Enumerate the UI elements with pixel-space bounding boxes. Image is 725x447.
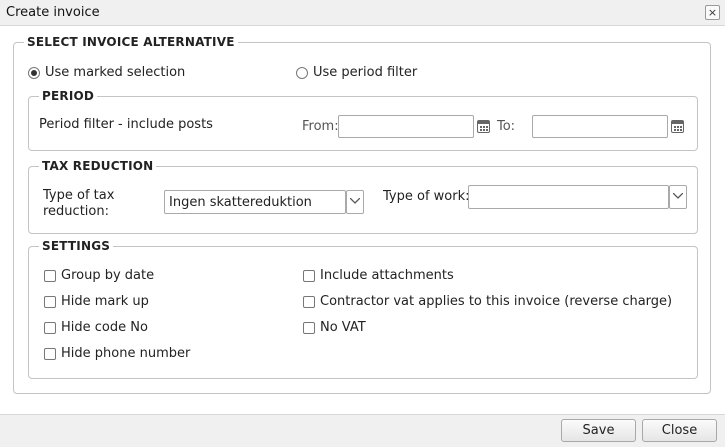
tax-reduction-legend: TAX REDUCTION (39, 159, 157, 173)
radio-marked-selection[interactable] (28, 67, 40, 79)
chevron-down-icon (673, 193, 683, 199)
to-calendar-icon[interactable] (671, 120, 684, 133)
work-type-label: Type of work: (383, 189, 470, 204)
close-button[interactable]: Close (642, 419, 717, 442)
contractor-vat-checkbox[interactable] (303, 296, 315, 308)
no-vat-label[interactable]: No VAT (320, 320, 366, 335)
to-date-input[interactable] (532, 115, 668, 138)
from-date-input[interactable] (338, 115, 474, 138)
no-vat-checkbox[interactable] (303, 322, 315, 334)
to-label: To: (497, 119, 516, 134)
include-attachments-checkbox[interactable] (303, 270, 315, 282)
title-bar: Create invoice × (0, 0, 725, 26)
tax-type-label: Type of tax reduction: (43, 188, 115, 219)
tax-type-value: Ingen skattereduktion (169, 195, 312, 210)
save-button[interactable]: Save (561, 419, 636, 442)
from-calendar-icon[interactable] (477, 120, 490, 133)
hide-phone-checkbox[interactable] (44, 348, 56, 360)
radio-marked-selection-label[interactable]: Use marked selection (45, 65, 185, 80)
close-icon[interactable]: × (705, 5, 720, 20)
chevron-down-icon (350, 198, 360, 204)
period-legend: PERIOD (39, 89, 98, 103)
radio-period-filter-label[interactable]: Use period filter (313, 65, 417, 80)
include-attachments-label[interactable]: Include attachments (320, 268, 454, 283)
period-filter-label: Period filter - include posts (39, 117, 213, 132)
hide-mark-up-checkbox[interactable] (44, 296, 56, 308)
group-by-date-label[interactable]: Group by date (61, 268, 154, 283)
work-type-dropdown-button[interactable] (669, 185, 687, 209)
hide-mark-up-label[interactable]: Hide mark up (61, 294, 149, 309)
hide-code-no-checkbox[interactable] (44, 322, 56, 334)
invoice-alternative-legend: SELECT INVOICE ALTERNATIVE (24, 35, 238, 49)
hide-code-no-label[interactable]: Hide code No (61, 320, 148, 335)
settings-legend: SETTINGS (39, 239, 114, 253)
tax-type-dropdown-button[interactable] (346, 190, 364, 214)
hide-phone-label[interactable]: Hide phone number (61, 346, 190, 361)
tax-type-select[interactable]: Ingen skattereduktion (164, 190, 346, 214)
window-title: Create invoice (6, 5, 100, 20)
contractor-vat-label[interactable]: Contractor vat applies to this invoice (… (320, 294, 672, 309)
from-label: From: (302, 119, 339, 134)
work-type-select[interactable] (468, 185, 669, 209)
group-by-date-checkbox[interactable] (44, 270, 56, 282)
radio-period-filter[interactable] (296, 67, 308, 79)
dialog-footer: Save Close (0, 414, 725, 447)
